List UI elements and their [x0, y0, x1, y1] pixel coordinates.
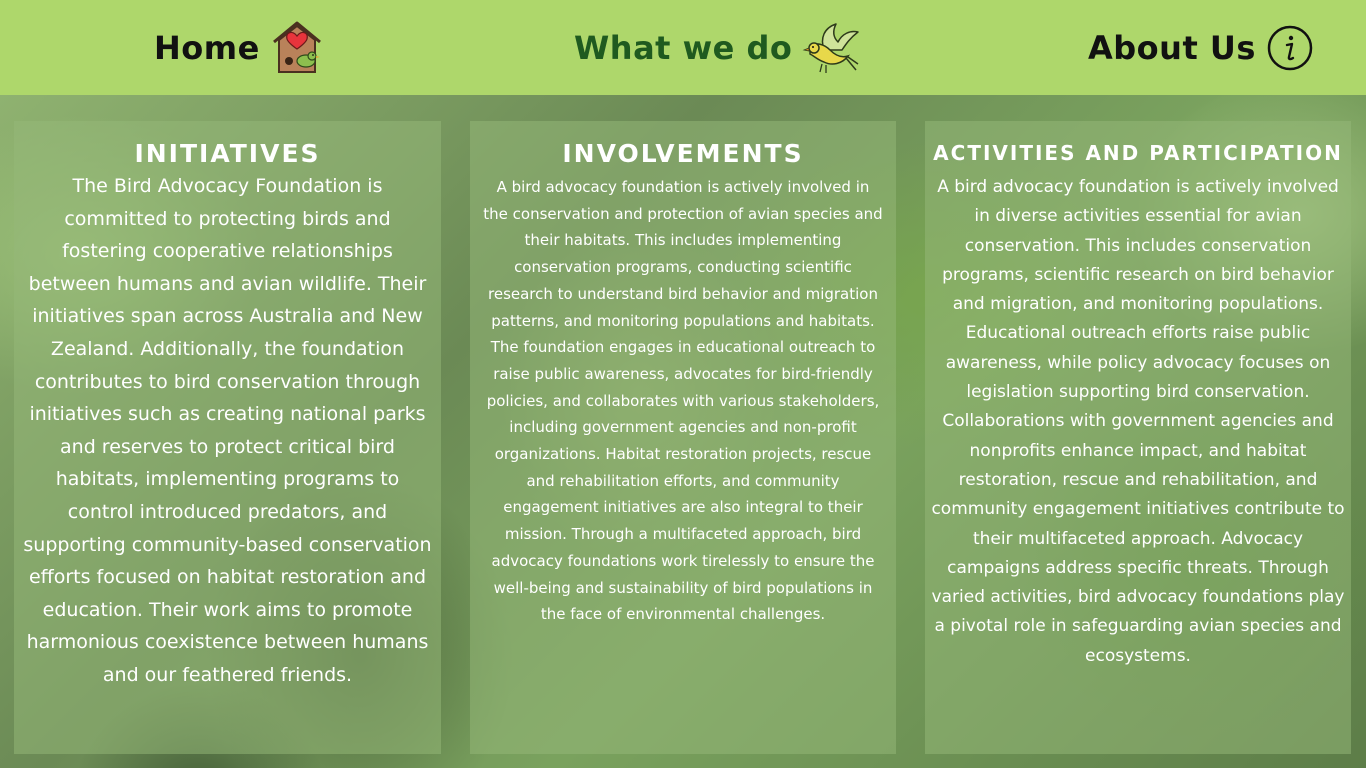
involvements-text: A bird advocacy foundation is actively i… — [483, 178, 883, 624]
involvements-title: INVOLVEMENTS — [562, 139, 804, 168]
flying-bird-icon — [802, 20, 860, 76]
nav-home-label: Home — [154, 29, 260, 67]
initiatives-text: The Bird Advocacy Foundation is committe… — [23, 175, 432, 686]
birdhouse-heart-icon — [270, 20, 324, 76]
top-nav-bar: Home What we do About Us — [0, 0, 1366, 95]
nav-about-us-link[interactable]: About Us — [1088, 20, 1314, 76]
nav-about-us-label: About Us — [1088, 29, 1256, 67]
nav-what-we-do-link[interactable]: What we do — [574, 20, 860, 76]
involvements-panel: INVOLVEMENTS A bird advocacy foundation … — [470, 121, 896, 754]
initiatives-title: INITIATIVES — [134, 139, 321, 168]
info-icon — [1266, 24, 1314, 72]
nav-home-link[interactable]: Home — [154, 20, 324, 76]
activities-title: ACTIVITIES AND PARTICIPATION — [933, 141, 1343, 165]
activities-text: A bird advocacy foundation is actively i… — [931, 177, 1345, 666]
nav-what-we-do-label: What we do — [574, 29, 793, 67]
activities-panel: ACTIVITIES AND PARTICIPATION A bird advo… — [925, 121, 1351, 754]
initiatives-panel: INITIATIVES The Bird Advocacy Foundation… — [14, 121, 441, 754]
